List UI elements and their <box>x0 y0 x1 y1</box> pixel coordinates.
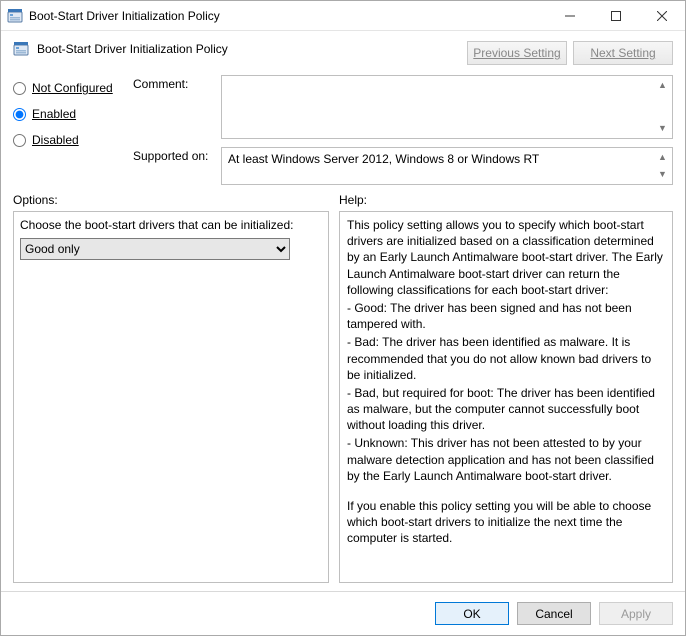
supported-on-label: Supported on: <box>133 147 221 163</box>
options-prompt: Choose the boot-start drivers that can b… <box>20 218 324 232</box>
comment-value <box>222 76 672 84</box>
titlebar: Boot-Start Driver Initialization Policy <box>1 1 685 31</box>
window-controls <box>547 1 685 30</box>
section-labels: Options: Help: <box>1 185 685 211</box>
close-button[interactable] <box>639 1 685 30</box>
lower-area: Choose the boot-start drivers that can b… <box>1 211 685 591</box>
maximize-icon <box>611 11 621 21</box>
help-label: Help: <box>339 193 367 207</box>
header: Boot-Start Driver Initialization Policy … <box>1 31 685 65</box>
policy-icon <box>13 41 29 57</box>
cancel-button[interactable]: Cancel <box>517 602 591 625</box>
help-scroll[interactable]: This policy setting allows you to specif… <box>341 213 671 581</box>
enabled-label[interactable]: Enabled <box>32 107 76 121</box>
not-configured-radio[interactable] <box>13 82 26 95</box>
policy-icon <box>7 8 23 24</box>
help-text: - Unknown: This driver has not been atte… <box>347 435 667 484</box>
scroll-up-icon: ▲ <box>654 149 671 166</box>
help-text: If you enable this policy setting you wi… <box>347 498 667 547</box>
state-radiogroup: Not Configured Enabled Disabled <box>13 75 133 185</box>
help-text: - Bad, but required for boot: The driver… <box>347 385 667 434</box>
help-text: - Bad: The driver has been identified as… <box>347 334 667 383</box>
window-title: Boot-Start Driver Initialization Policy <box>29 9 547 23</box>
supported-on-value: At least Windows Server 2012, Windows 8 … <box>222 148 672 170</box>
driver-class-select[interactable]: Good only <box>20 238 290 260</box>
supported-scrollbar[interactable]: ▲ ▼ <box>654 149 671 183</box>
options-pane: Choose the boot-start drivers that can b… <box>13 211 329 583</box>
comment-scrollbar[interactable]: ▲ ▼ <box>654 77 671 137</box>
previous-setting-button[interactable]: Previous Setting <box>467 41 567 65</box>
close-icon <box>657 11 667 21</box>
apply-button[interactable]: Apply <box>599 602 673 625</box>
scroll-up-icon: ▲ <box>654 77 671 94</box>
help-text: This policy setting allows you to specif… <box>347 217 667 298</box>
disabled-radio[interactable] <box>13 134 26 147</box>
minimize-icon <box>565 11 575 21</box>
options-label: Options: <box>13 193 339 207</box>
help-pane: This policy setting allows you to specif… <box>339 211 673 583</box>
policy-editor-window: Boot-Start Driver Initialization Policy … <box>0 0 686 636</box>
scroll-down-icon: ▼ <box>654 120 671 137</box>
maximize-button[interactable] <box>593 1 639 30</box>
policy-name: Boot-Start Driver Initialization Policy <box>37 42 228 56</box>
upper-area: Not Configured Enabled Disabled Comment:… <box>1 65 685 185</box>
scroll-down-icon: ▼ <box>654 166 671 183</box>
next-setting-button[interactable]: Next Setting <box>573 41 673 65</box>
ok-button[interactable]: OK <box>435 602 509 625</box>
comment-label: Comment: <box>133 75 221 91</box>
disabled-label[interactable]: Disabled <box>32 133 79 147</box>
not-configured-label[interactable]: Not Configured <box>32 81 113 95</box>
minimize-button[interactable] <box>547 1 593 30</box>
help-text: - Good: The driver has been signed and h… <box>347 300 667 332</box>
enabled-radio[interactable] <box>13 108 26 121</box>
comment-textarea[interactable]: ▲ ▼ <box>221 75 673 139</box>
supported-on-box: At least Windows Server 2012, Windows 8 … <box>221 147 673 185</box>
footer: OK Cancel Apply <box>1 591 685 635</box>
